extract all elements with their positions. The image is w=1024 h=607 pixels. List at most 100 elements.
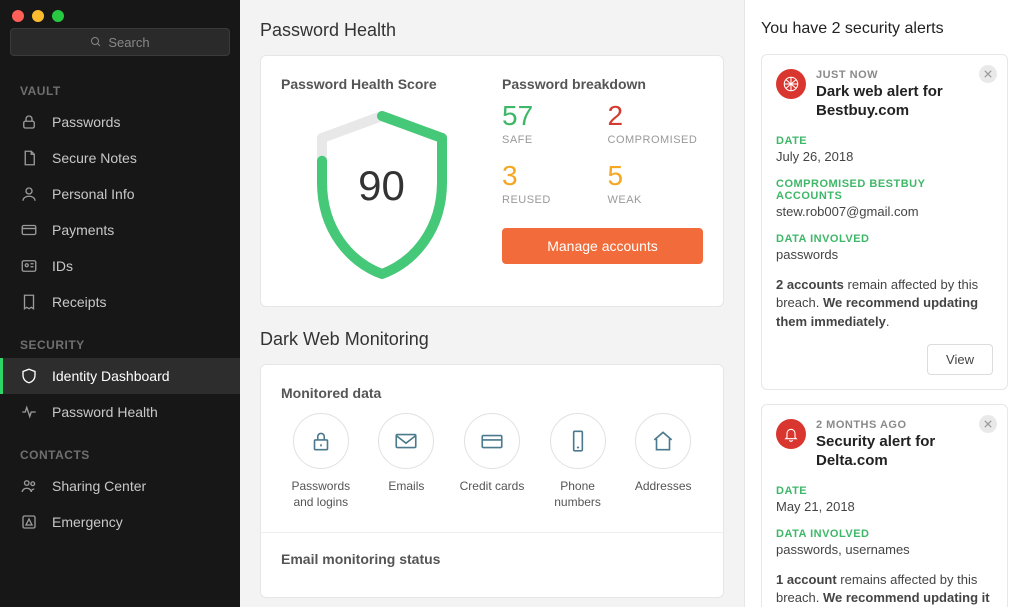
- sidebar-item-passwords[interactable]: Passwords: [0, 104, 240, 140]
- sidebar-item-payments[interactable]: Payments: [0, 212, 240, 248]
- alert-body: 2 accounts remain affected by this breac…: [776, 276, 993, 333]
- sidebar-item-label: Passwords: [52, 114, 120, 130]
- people-icon: [20, 477, 38, 495]
- sidebar-item-password-health[interactable]: Password Health: [0, 394, 240, 430]
- monitored-passwords[interactable]: Passwords and logins: [281, 413, 361, 510]
- search-icon: [90, 36, 102, 48]
- sidebar-item-identity-dashboard[interactable]: Identity Dashboard: [0, 358, 240, 394]
- person-icon: [20, 185, 38, 203]
- sidebar: Search VAULT Passwords Secure Notes Pers…: [0, 0, 240, 607]
- manage-accounts-button[interactable]: Manage accounts: [502, 228, 703, 264]
- note-icon: [20, 149, 38, 167]
- dark-web-header: Dark Web Monitoring: [260, 329, 724, 350]
- sidebar-item-label: Sharing Center: [52, 478, 146, 494]
- monitored-phone[interactable]: Phone numbers: [538, 413, 618, 510]
- alerts-header: You have 2 security alerts: [761, 20, 1008, 38]
- close-window-button[interactable]: [12, 10, 24, 22]
- close-icon: [984, 420, 992, 428]
- monitored-label: Addresses: [623, 479, 703, 495]
- monitored-addresses[interactable]: Addresses: [623, 413, 703, 510]
- divider: [261, 532, 723, 533]
- stat-label: WEAK: [608, 194, 704, 206]
- security-alerts-panel: You have 2 security alerts JUST NOW Dark…: [744, 0, 1024, 607]
- close-icon: [984, 70, 992, 78]
- sidebar-item-label: Identity Dashboard: [52, 368, 170, 384]
- alert-data-label: DATA INVOLVED: [776, 528, 993, 540]
- id-card-icon: [20, 257, 38, 275]
- app-window: Search VAULT Passwords Secure Notes Pers…: [0, 0, 1024, 607]
- stat-compromised: 2 COMPROMISED: [608, 102, 704, 146]
- dismiss-alert-button[interactable]: [979, 415, 997, 433]
- mail-icon: [393, 428, 419, 454]
- credit-card-icon: [20, 221, 38, 239]
- sidebar-item-label: Emergency: [52, 514, 123, 530]
- sidebar-item-secure-notes[interactable]: Secure Notes: [0, 140, 240, 176]
- stat-value: 57: [502, 102, 598, 130]
- monitored-emails[interactable]: Emails: [367, 413, 447, 510]
- alert-title: Security alert for Delta.com: [816, 433, 993, 471]
- heartbeat-icon: [20, 403, 38, 421]
- alert-timestamp: 2 MONTHS AGO: [816, 419, 993, 431]
- alert-card: 2 MONTHS AGO Security alert for Delta.co…: [761, 404, 1008, 607]
- sidebar-item-label: IDs: [52, 258, 73, 274]
- health-score-value: 90: [302, 102, 462, 282]
- health-score-title: Password Health Score: [281, 76, 482, 92]
- password-health-card: Password Health Score 90 Password breakd…: [260, 55, 724, 307]
- alert-date-value: May 21, 2018: [776, 499, 993, 514]
- alert-date-label: DATE: [776, 485, 993, 497]
- phone-icon: [565, 428, 591, 454]
- lock-icon: [308, 428, 334, 454]
- monitored-label: Phone numbers: [538, 479, 618, 510]
- sidebar-item-sharing-center[interactable]: Sharing Center: [0, 468, 240, 504]
- credit-card-icon: [479, 428, 505, 454]
- receipt-icon: [20, 293, 38, 311]
- dismiss-alert-button[interactable]: [979, 65, 997, 83]
- stat-label: SAFE: [502, 134, 598, 146]
- health-score-section: Password Health Score 90: [281, 76, 482, 282]
- view-alert-button[interactable]: View: [927, 344, 993, 375]
- stat-value: 5: [608, 162, 704, 190]
- window-traffic-lights: [0, 0, 240, 28]
- sidebar-item-emergency[interactable]: Emergency: [0, 504, 240, 540]
- alert-accounts-value: stew.rob007@gmail.com: [776, 204, 993, 219]
- password-health-header: Password Health: [260, 20, 724, 41]
- alert-accounts-label: COMPROMISED BESTBUY ACCOUNTS: [776, 178, 993, 202]
- sidebar-item-label: Personal Info: [52, 186, 135, 202]
- search-input[interactable]: Search: [10, 28, 230, 56]
- sidebar-item-personal-info[interactable]: Personal Info: [0, 176, 240, 212]
- alert-data-label: DATA INVOLVED: [776, 233, 993, 245]
- alert-date-value: July 26, 2018: [776, 149, 993, 164]
- monitored-grid: Passwords and logins Emails Credit cards…: [281, 413, 703, 510]
- password-breakdown-section: Password breakdown 57 SAFE 2 COMPROMISED…: [502, 76, 703, 282]
- lock-icon: [20, 113, 38, 131]
- sidebar-item-label: Payments: [52, 222, 114, 238]
- alert-data-value: passwords, usernames: [776, 542, 993, 557]
- monitored-label: Credit cards: [452, 479, 532, 495]
- minimize-window-button[interactable]: [32, 10, 44, 22]
- shield-icon: [20, 367, 38, 385]
- bell-alert-icon: [776, 419, 806, 449]
- stat-label: REUSED: [502, 194, 598, 206]
- alert-card: JUST NOW Dark web alert for Bestbuy.com …: [761, 54, 1008, 390]
- breakdown-title: Password breakdown: [502, 76, 703, 92]
- dark-web-card: Monitored data Passwords and logins Emai…: [260, 364, 724, 598]
- monitored-label: Emails: [367, 479, 447, 495]
- health-shield: 90: [281, 102, 482, 282]
- home-icon: [650, 428, 676, 454]
- sidebar-item-label: Password Health: [52, 404, 158, 420]
- alert-title: Dark web alert for Bestbuy.com: [816, 83, 993, 121]
- monitored-credit-cards[interactable]: Credit cards: [452, 413, 532, 510]
- search-container: Search: [0, 28, 240, 66]
- sidebar-section-vault: VAULT: [0, 66, 240, 104]
- sidebar-item-ids[interactable]: IDs: [0, 248, 240, 284]
- main-content: Password Health Password Health Score 90…: [240, 0, 744, 607]
- alert-data-value: passwords: [776, 247, 993, 262]
- monitored-data-title: Monitored data: [281, 385, 703, 401]
- alert-date-label: DATE: [776, 135, 993, 147]
- maximize-window-button[interactable]: [52, 10, 64, 22]
- emergency-icon: [20, 513, 38, 531]
- sidebar-item-receipts[interactable]: Receipts: [0, 284, 240, 320]
- email-monitoring-title: Email monitoring status: [281, 551, 703, 567]
- stat-safe: 57 SAFE: [502, 102, 598, 146]
- stat-reused: 3 REUSED: [502, 162, 598, 206]
